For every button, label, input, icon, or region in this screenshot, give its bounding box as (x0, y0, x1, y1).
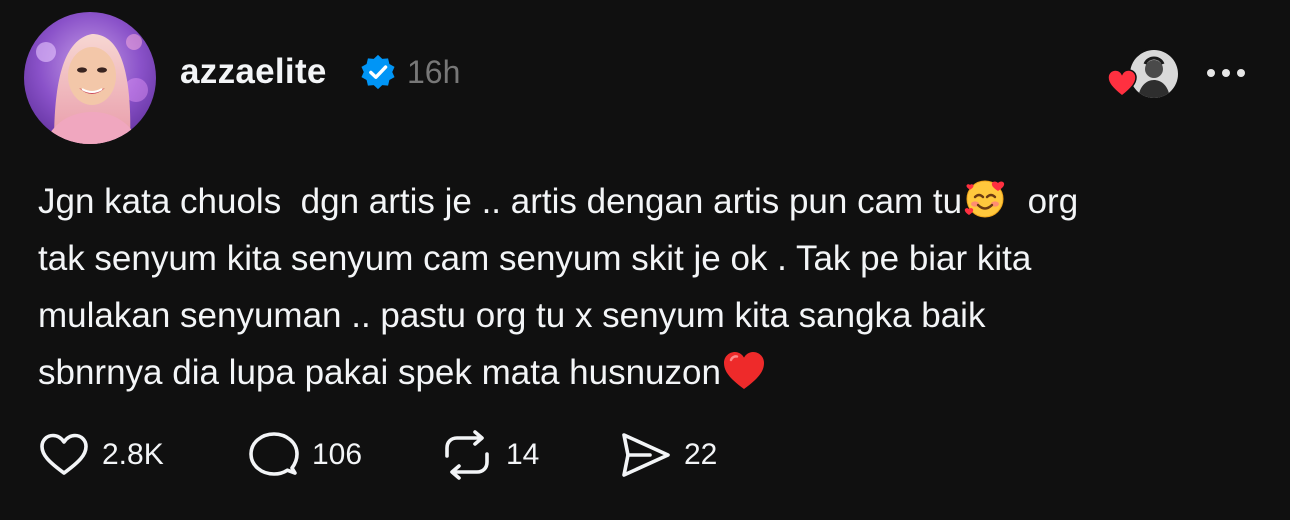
share-count: 22 (684, 438, 718, 471)
more-dot (1237, 69, 1245, 77)
avatar-image (24, 12, 156, 144)
like-button[interactable]: 2.8K (38, 428, 164, 482)
comment-bubble-icon (249, 432, 299, 476)
repost-arrows-icon (445, 430, 489, 480)
share-button[interactable]: 22 (620, 428, 717, 482)
username[interactable]: azzaelite (180, 50, 327, 94)
heart-outline-icon (40, 433, 88, 475)
red-heart-icon (723, 352, 764, 389)
smiling-face-with-hearts-icon (964, 180, 1005, 218)
like-count: 2.8K (102, 438, 164, 471)
profile-avatar[interactable] (24, 12, 156, 144)
post-text-segment: Jgn kata chuols dgn artis je .. artis de… (38, 182, 963, 221)
post-line-2: tak senyum kita senyum cam senyum skit j… (38, 239, 1032, 278)
thread-post: azzaelite 16h Jgn kata chuols dgn artis … (0, 0, 1290, 520)
reply-count: 106 (312, 438, 363, 471)
post-line-4: sbnrnya dia lupa pakai spek mata husnuzo… (38, 344, 1268, 401)
repost-button[interactable]: 14 (440, 428, 539, 482)
post-text-gap (1008, 182, 1027, 221)
red-heart-icon (1107, 69, 1137, 97)
reply-button[interactable]: 106 (248, 428, 362, 482)
verified-badge-icon (361, 54, 395, 90)
post-text-segment: org (1027, 182, 1079, 221)
post-text-segment: sbnrnya dia lupa pakai spek mata husnuzo… (38, 353, 721, 392)
repost-count: 14 (506, 438, 540, 471)
post-line-1: Jgn kata chuols dgn artis je .. artis de… (38, 173, 1268, 230)
post-body: Jgn kata chuols dgn artis je .. artis de… (38, 173, 1268, 401)
post-line-3: mulakan senyuman .. pastu org tu x senyu… (38, 296, 986, 335)
more-dot (1207, 69, 1215, 77)
post-timestamp: 16h (407, 54, 461, 90)
more-options-icon[interactable] (1196, 56, 1256, 90)
more-dot (1222, 69, 1230, 77)
send-icon (622, 433, 670, 477)
